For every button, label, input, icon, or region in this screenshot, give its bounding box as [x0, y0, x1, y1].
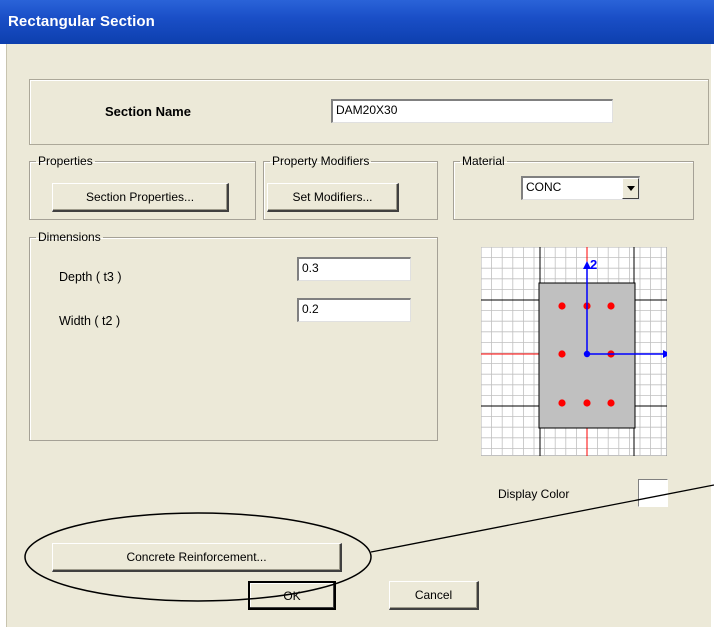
properties-legend: Properties — [38, 154, 93, 168]
material-select[interactable]: CONC — [521, 176, 640, 200]
rebar-dot — [558, 350, 566, 358]
origin-dot — [583, 350, 591, 358]
dialog-body: Section Name DAM20X30 Properties Section… — [6, 44, 711, 627]
concrete-reinforcement-button[interactable]: Concrete Reinforcement... — [52, 543, 342, 572]
section-name-input[interactable]: DAM20X30 — [331, 99, 613, 123]
section-name-panel: Section Name DAM20X30 — [29, 79, 709, 145]
material-value: CONC — [526, 180, 562, 194]
chevron-down-icon[interactable] — [622, 178, 639, 199]
material-legend: Material — [462, 154, 505, 168]
cancel-button[interactable]: Cancel — [389, 581, 479, 610]
window-title: Rectangular Section — [8, 13, 155, 30]
depth-input[interactable]: 0.3 — [297, 257, 411, 281]
axis-2-label: 2 — [590, 257, 597, 272]
property-modifiers-legend: Property Modifiers — [272, 154, 370, 168]
width-input[interactable]: 0.2 — [297, 298, 411, 322]
rebar-dot — [607, 399, 615, 407]
rebar-dot — [607, 302, 615, 310]
display-color-label: Display Color — [498, 487, 570, 501]
depth-label: Depth ( t3 ) — [59, 270, 122, 284]
rebar-dot — [583, 399, 591, 407]
width-label: Width ( t2 ) — [59, 314, 121, 328]
set-modifiers-button[interactable]: Set Modifiers... — [267, 183, 399, 212]
section-preview: 2 3 — [481, 247, 667, 456]
rebar-dot — [558, 302, 566, 310]
title-bar[interactable]: Rectangular Section — [0, 0, 714, 44]
rebar-dot — [558, 399, 566, 407]
display-color-swatch[interactable] — [638, 479, 668, 507]
dimensions-legend: Dimensions — [38, 230, 101, 244]
ok-button[interactable]: OK — [248, 581, 336, 610]
section-properties-button[interactable]: Section Properties... — [52, 183, 229, 212]
section-name-label: Section Name — [105, 104, 191, 119]
